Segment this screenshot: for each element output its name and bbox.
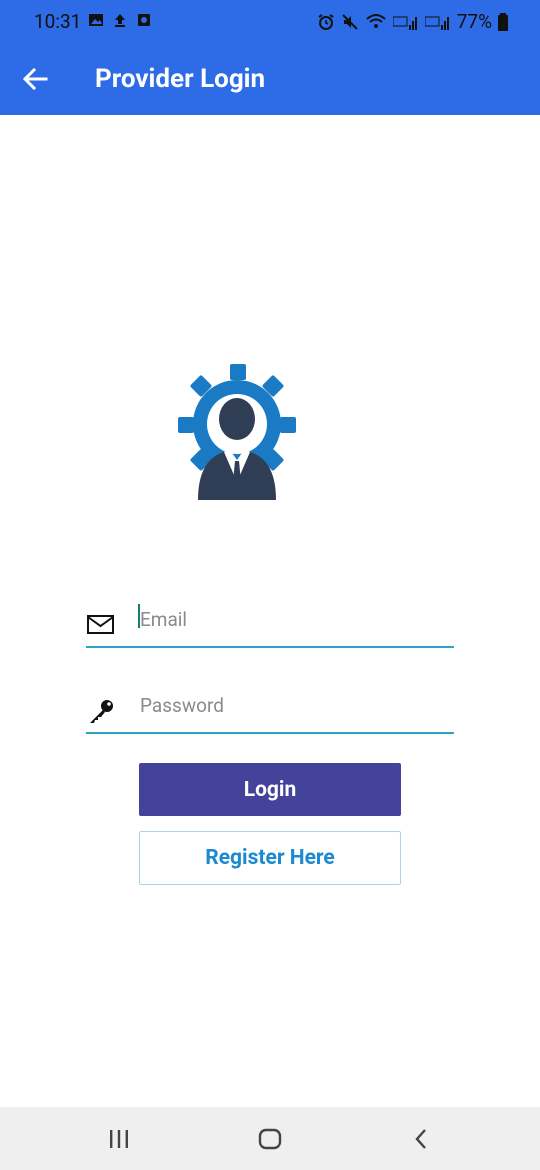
arrow-left-icon xyxy=(22,67,48,91)
upload-icon xyxy=(115,14,125,27)
status-bar: 10:31 77% xyxy=(0,0,540,44)
nav-recents-button[interactable] xyxy=(102,1125,136,1153)
login-button[interactable]: Login xyxy=(139,763,401,816)
nav-back-button[interactable] xyxy=(404,1125,438,1153)
signal-lte2-icon xyxy=(424,16,449,30)
home-icon xyxy=(258,1128,282,1150)
status-left-icons xyxy=(88,12,152,28)
app-icon xyxy=(138,14,150,26)
user-gear-icon xyxy=(178,364,296,500)
app-bar: Provider Login xyxy=(0,44,540,115)
page-title: Provider Login xyxy=(95,64,266,94)
battery-icon xyxy=(498,12,508,31)
email-field xyxy=(86,586,454,648)
password-field xyxy=(86,672,454,734)
register-button[interactable]: Register Here xyxy=(139,831,401,885)
nav-home-button[interactable] xyxy=(253,1125,287,1153)
signal-lte1-icon xyxy=(392,16,417,30)
email-input[interactable] xyxy=(138,600,442,638)
alarm-icon xyxy=(318,13,334,30)
key-icon xyxy=(90,700,113,723)
system-nav-bar xyxy=(0,1107,540,1170)
back-button[interactable] xyxy=(18,62,52,96)
wifi-icon xyxy=(366,13,386,28)
chevron-left-icon xyxy=(415,1129,426,1149)
status-right: 77% xyxy=(317,10,508,33)
text-cursor xyxy=(138,604,140,628)
mute-icon xyxy=(342,13,358,30)
gallery-icon xyxy=(89,14,103,26)
envelope-icon xyxy=(87,615,114,634)
recents-icon xyxy=(110,1130,128,1148)
status-time: 10:31 xyxy=(34,10,82,33)
password-input[interactable] xyxy=(138,686,442,724)
battery-percent: 77% xyxy=(456,10,492,33)
